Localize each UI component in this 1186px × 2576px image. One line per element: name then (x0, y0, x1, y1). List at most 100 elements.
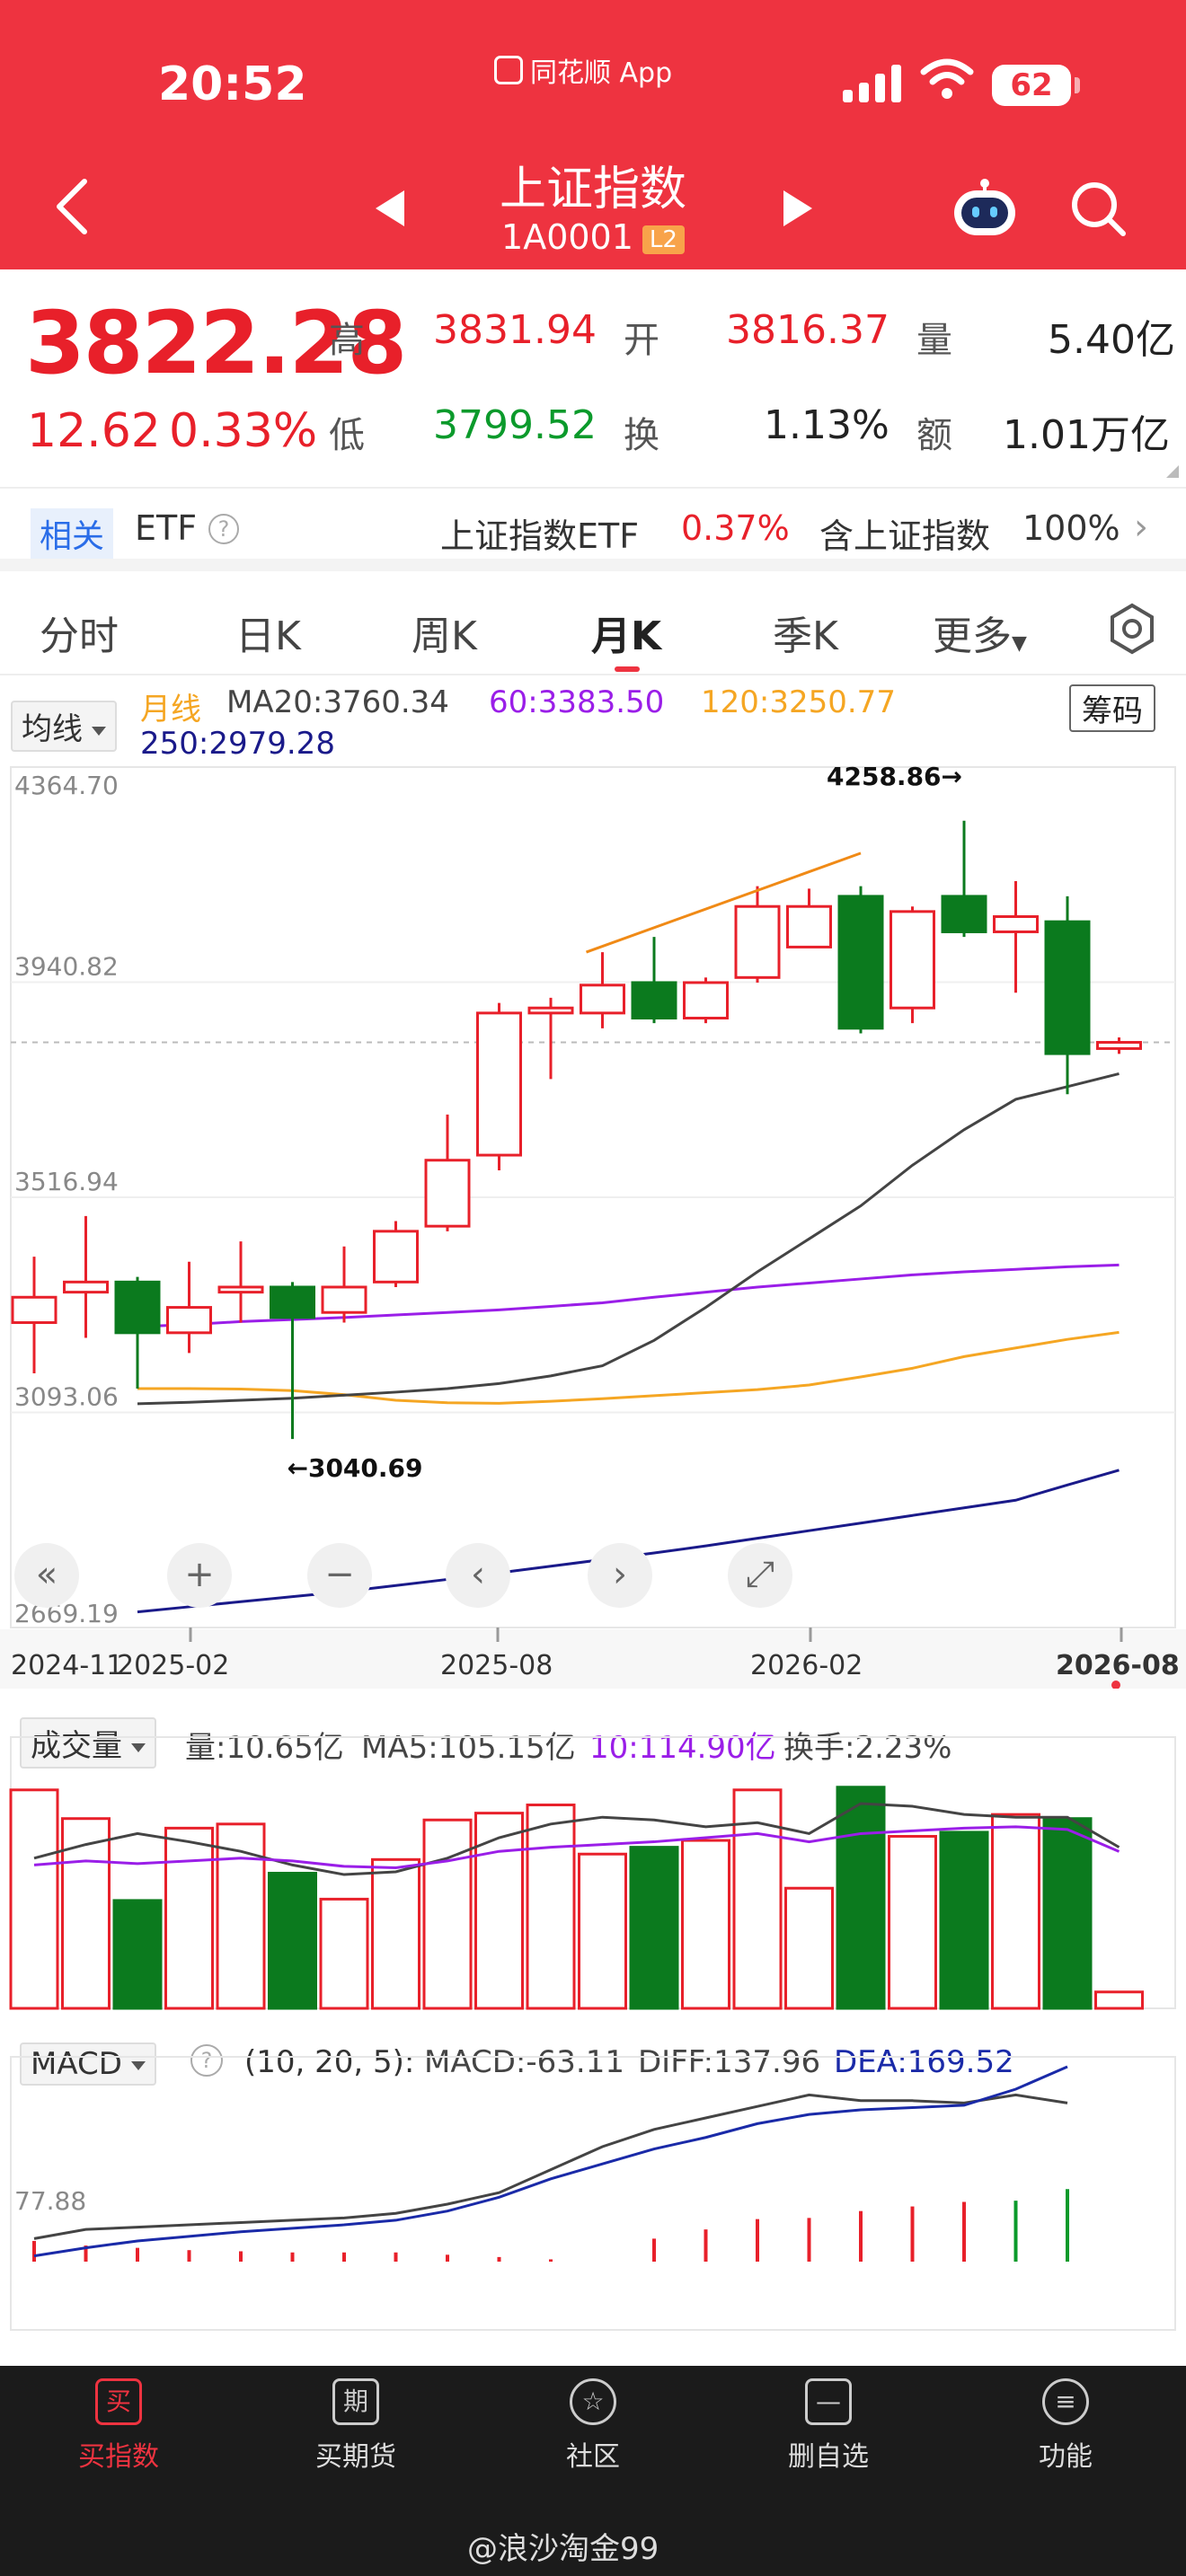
ma60-value: 60:3383.50 (489, 684, 665, 720)
candle-body (1044, 920, 1091, 1055)
candle-body (1096, 1040, 1142, 1050)
main-indicator-select[interactable]: 均线 (11, 701, 117, 752)
macd-y-tick: 77.88 (14, 2186, 86, 2216)
search-icon[interactable] (1069, 180, 1128, 239)
candle-body (734, 904, 781, 979)
candle-body (270, 1285, 315, 1319)
tab-intraday[interactable]: 分时 (40, 604, 119, 661)
candle-body (476, 1011, 522, 1157)
amount-label: 额 (916, 415, 952, 456)
turnover-label: 换 (624, 415, 659, 456)
settings-icon[interactable] (1105, 602, 1159, 656)
tab-more[interactable]: 更多▼ (933, 604, 1027, 661)
volume-bar (319, 1897, 369, 2010)
wifi-icon (920, 58, 974, 99)
nav-buy-futures[interactable]: 期买期货 (284, 2378, 428, 2474)
related-etf-row[interactable]: 相关 ETF ? 上证指数ETF 0.37% 含上证指数 100% › (0, 487, 1186, 571)
nav-label: 社区 (566, 2441, 620, 2473)
tab-more-label: 更多 (933, 613, 1012, 659)
tab-daily-k[interactable]: 日K (235, 604, 301, 661)
y-tick-label: 3940.82 (14, 952, 119, 982)
chevron-right-icon[interactable]: › (1134, 507, 1148, 548)
period-label: 月线 (140, 692, 201, 728)
candle-body (114, 1280, 161, 1335)
volume-bar (371, 1857, 420, 2010)
prev-stock-icon[interactable] (376, 190, 404, 226)
volume-bar (629, 1846, 679, 2010)
open-value: 3816.37 (726, 307, 890, 353)
candle-body (631, 981, 677, 1020)
robot-assistant-icon[interactable] (951, 178, 1019, 237)
remove-watchlist-icon: — (805, 2378, 852, 2425)
nav-community[interactable]: ☆ 社区 (521, 2378, 665, 2474)
etf-name: 上证指数ETF (440, 516, 640, 556)
related-tag: 相关 (31, 508, 114, 559)
period-tabs: 分时 日K 周K 月K 季K 更多▼ (0, 582, 1186, 675)
nav-label: 功能 (1039, 2441, 1093, 2473)
volume-bar (422, 1818, 473, 2010)
high-value: 3831.94 (433, 307, 597, 353)
next-stock-icon[interactable] (783, 190, 812, 226)
main-indicator-label: 均线 (22, 711, 83, 747)
etf-label: ETF (135, 508, 198, 548)
candle-body (993, 915, 1039, 933)
cellular-signal-icon (843, 63, 901, 102)
help-icon[interactable]: ? (208, 514, 239, 544)
candle-body (373, 1230, 419, 1284)
status-time: 20:52 (158, 57, 307, 111)
volume-chart[interactable] (0, 1707, 1186, 2012)
nav-label: 买指数 (78, 2441, 159, 2473)
low-annotation: ←3040.69 (288, 1453, 423, 1483)
x-tick-label: 2025-08 (440, 1650, 553, 1681)
weibo-watermark: @浪沙淘金99 (467, 2531, 659, 2567)
volume-value: 5.40亿 (1048, 317, 1175, 363)
collapse-icon[interactable]: « (14, 1543, 79, 1608)
header: 20:52 同花顺 App 62 上证指数 1A0001 L2 (0, 0, 1186, 269)
macd-chart[interactable]: 77.88 (0, 2030, 1186, 2335)
pan-right-icon[interactable]: › (588, 1543, 652, 1608)
menu-icon: ≡ (1042, 2378, 1089, 2425)
stock-code: 1A0001 L2 (413, 217, 773, 257)
candlestick-chart[interactable]: 4364.703940.823516.943093.062669.194258.… (0, 754, 1186, 1689)
volume-bar (268, 1872, 317, 2010)
back-icon[interactable] (54, 178, 90, 235)
x-tick-label: 2026-02 (750, 1650, 863, 1681)
page-title: 上证指数 (499, 163, 686, 216)
buy-icon: 买 (95, 2378, 142, 2425)
active-tab-indicator (615, 666, 640, 672)
nav-buy-index[interactable]: 买买指数 (47, 2378, 190, 2474)
candle-body (217, 1285, 264, 1294)
nav-functions[interactable]: ≡ 功能 (994, 2378, 1137, 2474)
volume-bar (9, 1788, 59, 2010)
volume-bar (681, 1839, 730, 2010)
tab-monthly-k[interactable]: 月K (591, 604, 661, 661)
etf-contain-pct: 100% (1022, 508, 1120, 548)
tab-quarterly-k[interactable]: 季K (773, 604, 838, 661)
y-tick-label: 4364.70 (14, 771, 119, 800)
high-label: 高 (329, 320, 365, 361)
expand-quote-icon[interactable] (1166, 465, 1179, 478)
x-tick-label: 2024-11 (11, 1650, 123, 1681)
etf-change-pct: 0.37% (681, 508, 790, 548)
zoom-in-icon[interactable]: + (167, 1543, 232, 1608)
l2-badge: L2 (642, 225, 685, 254)
tab-weekly-k[interactable]: 周K (412, 604, 477, 661)
volume-bar (61, 1817, 111, 2010)
volume-bar (112, 1899, 163, 2010)
caret-down-icon: ▼ (1012, 632, 1027, 655)
turnover-value: 1.13% (764, 402, 890, 448)
volume-bar (474, 1812, 524, 2010)
fullscreen-icon[interactable]: ⤢ (728, 1543, 792, 1608)
pan-left-icon[interactable]: ‹ (446, 1543, 510, 1608)
volume-bar (1094, 1990, 1144, 2010)
caret-down-icon (92, 726, 106, 736)
volume-bar (526, 1804, 576, 2010)
nav-remove-watchlist[interactable]: — 删自选 (757, 2378, 900, 2474)
chip-distribution-button[interactable]: 筹码 (1069, 684, 1155, 732)
volume-bar (991, 1813, 1040, 2010)
x-tick-label: 2025-02 (117, 1650, 229, 1681)
zoom-out-icon[interactable]: − (307, 1543, 372, 1608)
volume-bar (578, 1852, 627, 2010)
candle-body (941, 895, 987, 933)
volume-bar (939, 1831, 989, 2010)
